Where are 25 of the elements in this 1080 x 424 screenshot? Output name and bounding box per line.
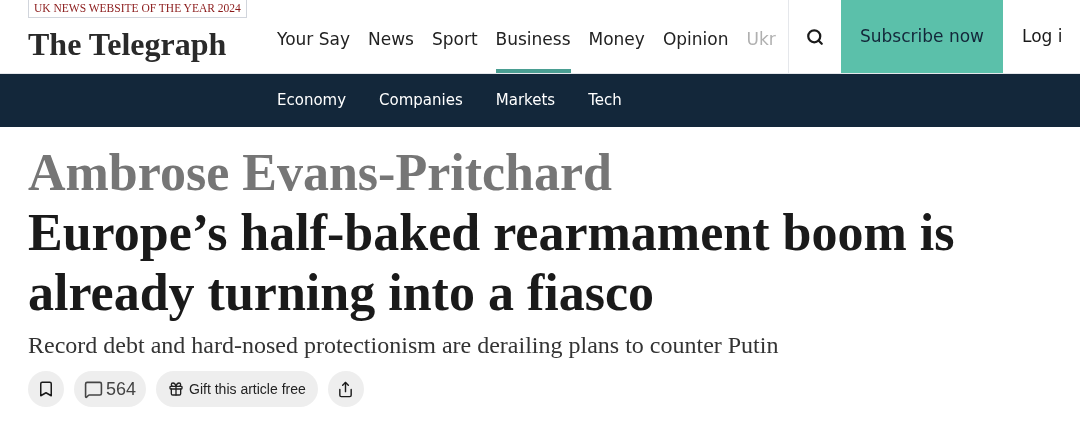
nav-link[interactable]: News bbox=[367, 26, 414, 73]
share-button[interactable] bbox=[327, 371, 364, 407]
nav-link[interactable]: Money bbox=[588, 26, 645, 73]
share-icon bbox=[337, 380, 355, 398]
nav-link[interactable]: Your Say bbox=[277, 26, 350, 73]
nav-link[interactable]: Sport bbox=[431, 26, 478, 73]
subscribe-button[interactable]: Subscribe now bbox=[841, 0, 1003, 73]
gift-button[interactable]: Gift this article free bbox=[156, 371, 318, 407]
site-logo[interactable]: The Telegraph bbox=[28, 24, 262, 64]
subnav-link[interactable]: Markets bbox=[495, 89, 556, 112]
subnav-link[interactable]: Companies bbox=[379, 89, 463, 112]
bookmark-button[interactable] bbox=[28, 371, 64, 407]
author-name[interactable]: Ambrose Evans-Pritchard bbox=[28, 143, 1052, 203]
award-badge: UK NEWS WEBSITE OF THE YEAR 2024 bbox=[28, 0, 247, 18]
subnav-link[interactable]: Tech bbox=[588, 89, 622, 112]
comments-button[interactable]: 564 bbox=[74, 371, 147, 407]
standfirst: Record debt and hard-nosed protectionism are derailing plans to counter Putin bbox=[28, 331, 780, 360]
bookmark-icon bbox=[37, 380, 55, 398]
login-link[interactable]: Log i bbox=[1003, 0, 1063, 73]
gift-icon bbox=[168, 381, 185, 397]
search-icon bbox=[806, 27, 824, 46]
comment-icon bbox=[84, 379, 103, 399]
headline: Europe’s half-baked rearmament boom is already turning into a fiasco bbox=[28, 203, 956, 323]
subnav-link[interactable]: Economy bbox=[277, 89, 347, 112]
nav-link[interactable]: Opinion bbox=[662, 26, 729, 73]
